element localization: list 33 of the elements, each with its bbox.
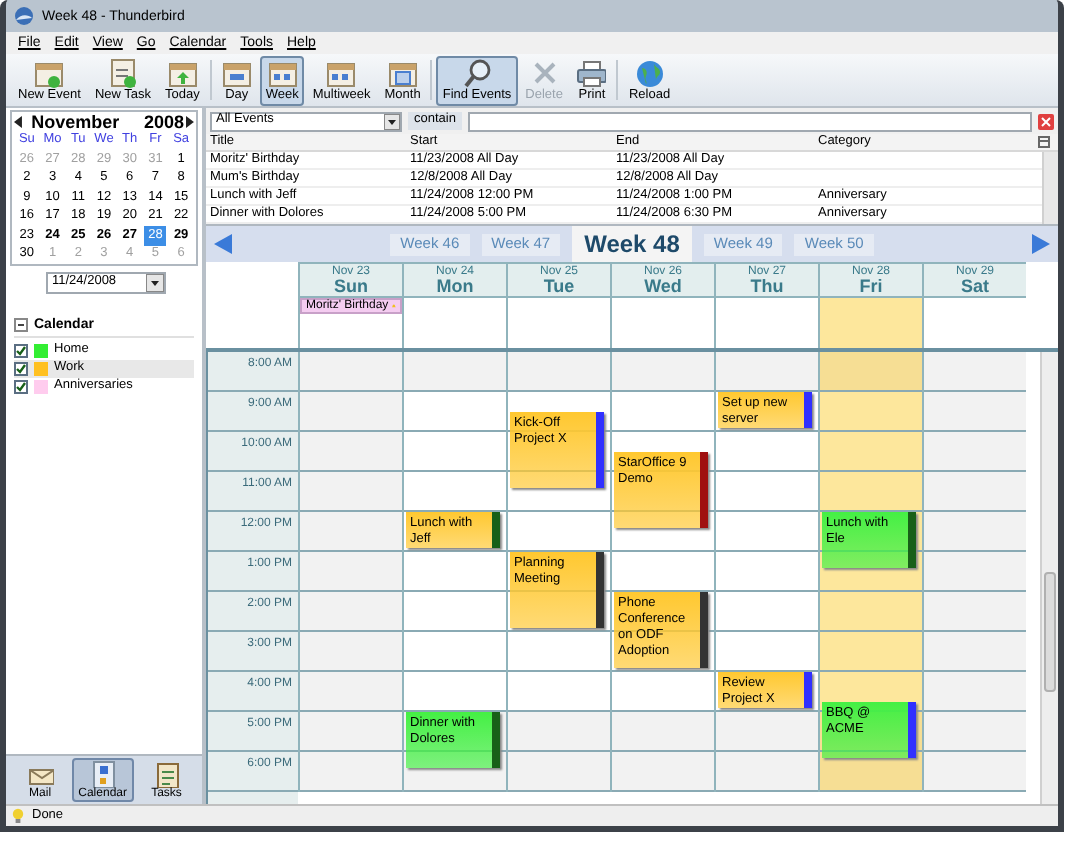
previous-week-icon bbox=[214, 234, 232, 254]
app-icon bbox=[14, 6, 34, 26]
day-column[interactable] bbox=[298, 352, 402, 792]
week-tab[interactable]: Week 48 bbox=[572, 226, 692, 262]
checkbox[interactable] bbox=[14, 362, 28, 376]
calendar-week-icon bbox=[267, 57, 298, 88]
clear-icon bbox=[1038, 113, 1054, 129]
calendar-day-icon bbox=[221, 57, 252, 88]
column-picker-icon bbox=[1038, 136, 1050, 148]
year-label: 2008 bbox=[142, 113, 185, 131]
month-label: November bbox=[29, 113, 122, 131]
day-column[interactable] bbox=[922, 352, 1026, 792]
checkbox[interactable] bbox=[14, 344, 28, 358]
collapse-icon[interactable] bbox=[14, 318, 28, 332]
calendar-week-icon bbox=[326, 57, 357, 88]
all-day-cell[interactable] bbox=[818, 298, 922, 348]
dropdown-arrow-icon bbox=[384, 113, 400, 129]
search-field[interactable] bbox=[467, 111, 1032, 131]
next-week-icon bbox=[1032, 234, 1050, 254]
calendar-month-icon bbox=[387, 57, 418, 88]
delete-icon bbox=[529, 57, 560, 88]
printer-icon bbox=[576, 57, 607, 88]
calendar-plus-icon bbox=[34, 57, 65, 88]
lightbulb-icon bbox=[12, 808, 24, 824]
checkbox[interactable] bbox=[14, 380, 28, 394]
clipboard-icon bbox=[152, 760, 181, 788]
dropdown-arrow-icon bbox=[146, 274, 164, 292]
calendar-icon bbox=[88, 760, 117, 788]
next-month-icon[interactable] bbox=[186, 116, 194, 128]
task-plus-icon bbox=[107, 57, 138, 88]
search-icon bbox=[462, 57, 492, 88]
previous-month-icon[interactable] bbox=[14, 116, 22, 128]
globe-icon bbox=[634, 57, 665, 88]
